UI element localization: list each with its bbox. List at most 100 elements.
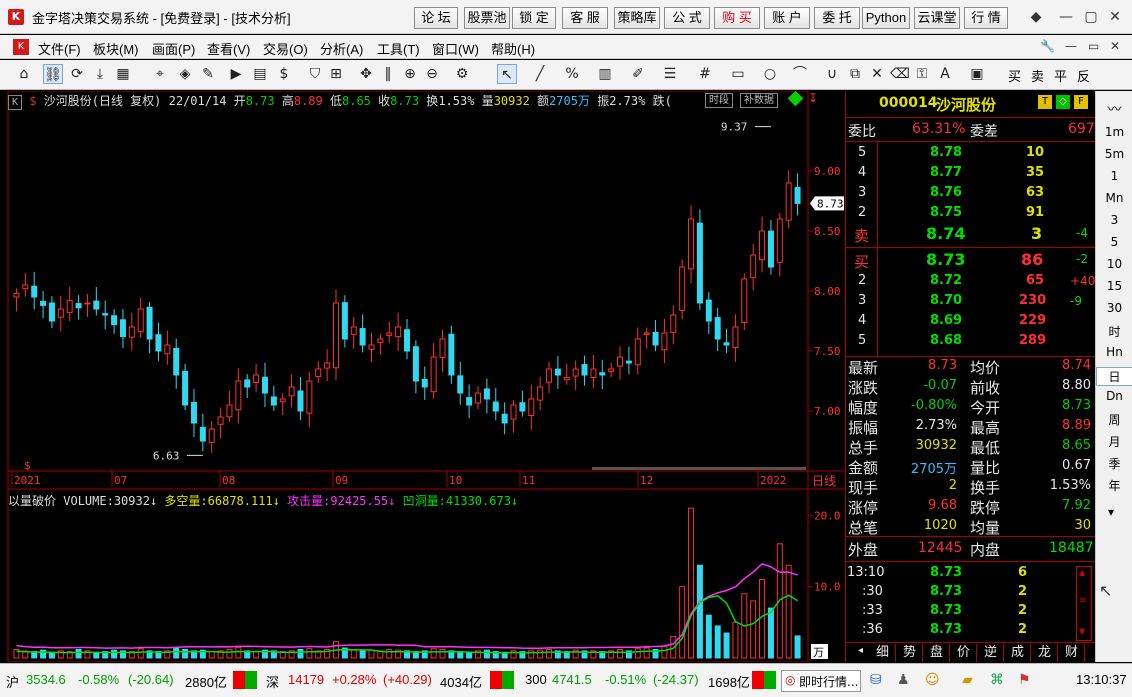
title-button-10[interactable]: 云课堂 [914,7,960,29]
realtime-quote-button[interactable]: ◎ 即时行情... [781,670,861,692]
period-tab-1[interactable]: 5m [1096,147,1132,161]
sell-button[interactable]: 卖 [1031,66,1044,85]
trash-icon[interactable]: ⌫ [890,64,910,84]
ruler-icon[interactable]: ▥ [595,64,615,84]
wrench-icon[interactable]: 🔧 [1040,39,1055,53]
network-icon[interactable]: ⌘ [990,672,1004,688]
f-tag-icon[interactable]: F [1074,95,1088,109]
menu-item-7[interactable]: 窗口(W) [432,39,479,58]
period-tab-12[interactable]: Dn [1096,389,1132,403]
fib-tool-icon[interactable]: ☰ [660,64,680,84]
zoom-in-icon[interactable]: ⊕ [400,64,420,84]
play-icon[interactable]: ▶ [226,64,246,84]
alert-icon[interactable]: ⚑ [1018,672,1031,688]
period-tab-8[interactable]: 30 [1096,301,1132,315]
title-button-8[interactable]: 委 托 [814,7,860,29]
buy-button[interactable]: 买 [1008,66,1021,85]
fill-data-tag[interactable]: 补数据 [740,92,778,108]
lock-icon[interactable]: ⚿ [912,64,932,84]
document-icon[interactable]: ▤ [250,64,270,84]
download-icon[interactable]: ⤓ [90,64,110,84]
delete-icon[interactable]: ✕ [867,64,887,84]
chart-scrollbar[interactable] [592,467,806,470]
circle-tool-icon[interactable]: ○ [760,64,780,84]
menu-item-6[interactable]: 工具(T) [377,39,420,58]
quote-tab-1[interactable]: 势 [897,644,923,662]
chart-area[interactable]: 7.00 7.50 8.00 8.50 9.00 2021 07 08 09 10 11 12 202… [0,90,845,663]
timeshare-icon[interactable]: 〰 [1096,99,1132,119]
edit-icon[interactable]: ✎ [198,64,218,84]
settings-icon[interactable]: ⚙ [452,64,472,84]
period-tab-11[interactable]: 日 [1096,367,1132,386]
grid-icon[interactable]: ▦ [113,64,133,84]
title-button-7[interactable]: 账 户 [764,7,810,29]
title-button-3[interactable]: 客 服 [562,7,608,29]
column-icon[interactable]: ‖ [378,64,398,84]
title-button-4[interactable]: 策略库 [614,7,660,29]
collapse-arrow-icon[interactable]: ↧ [808,91,818,105]
title-button-1[interactable]: 股票池 [464,7,510,29]
hash-tool-icon[interactable]: # [695,64,715,84]
title-button-6[interactable]: 购 买 [714,7,760,29]
quote-tab-0[interactable]: 细 [870,644,896,662]
mdi-minimize-button[interactable]: — [1065,39,1077,53]
side-tabs-more-icon[interactable]: ▾ [1108,505,1114,519]
kline-chart[interactable]: 7.007.508.008.509.00 2021 07 08 09 10 11 12 202… [0,90,845,663]
dollar-icon[interactable]: $ [274,64,294,84]
maximize-button[interactable]: ▢ [1080,6,1102,28]
title-button-2[interactable]: 锁 定 [512,7,556,29]
reverse-button[interactable]: 反 [1077,66,1090,85]
rectangle-tool-icon[interactable]: ▭ [728,64,748,84]
tick-scrollbar[interactable]: ▲ ≡ ▼ [1076,566,1092,641]
save-icon[interactable]: ▣ [967,64,987,84]
period-tag[interactable]: 时段 [705,92,733,108]
period-tab-0[interactable]: 1m [1096,125,1132,139]
arc-tool-icon[interactable]: ⌒ [790,64,810,84]
period-tab-15[interactable]: 季 [1096,455,1132,472]
menu-item-4[interactable]: 交易(O) [263,39,308,58]
cursor-icon[interactable]: ↖ [497,64,517,84]
close-button[interactable]: ✕ [1104,6,1126,28]
pen-tool-icon[interactable]: ✐ [628,64,648,84]
scroll-down-icon[interactable]: ▼ [1079,627,1085,636]
title-button-5[interactable]: 公 式 [664,7,710,29]
line-tool-icon[interactable]: ╱ [530,64,550,84]
period-tab-6[interactable]: 10 [1096,257,1132,271]
quote-tab-7[interactable]: 财 [1059,644,1085,662]
period-tab-16[interactable]: 年 [1096,477,1132,494]
percent-tool-icon[interactable]: % [562,64,582,84]
period-tab-13[interactable]: 周 [1096,411,1132,428]
zoom-out-icon[interactable]: ⊖ [422,64,442,84]
menu-item-3[interactable]: 查看(V) [207,39,250,58]
t-tag-icon[interactable]: T [1038,95,1052,109]
quote-tab-5[interactable]: 成 [1005,644,1031,662]
kline-badge[interactable]: K [8,95,23,110]
quote-tab-2[interactable]: 盘 [924,644,950,662]
sync-icon[interactable]: ⟳ [67,64,87,84]
menu-item-1[interactable]: 板块(M) [93,39,139,58]
period-tab-3[interactable]: Mn [1096,191,1132,205]
title-button-0[interactable]: 论 坛 [414,7,458,29]
mdi-restore-button[interactable]: ▭ [1088,39,1099,53]
folder-icon[interactable]: ▰ [962,672,973,688]
pin-icon[interactable]: ◆ [1025,6,1047,28]
mdi-close-button[interactable]: ✕ [1110,39,1120,53]
home-icon[interactable]: ⌂ [14,64,34,84]
period-tab-4[interactable]: 3 [1096,213,1132,227]
period-tab-7[interactable]: 15 [1096,279,1132,293]
menu-item-2[interactable]: 画面(P) [152,39,195,58]
menu-item-8[interactable]: 帮助(H) [491,39,535,58]
period-tab-2[interactable]: 1 [1096,169,1132,183]
magnet-icon[interactable]: ∪ [822,64,842,84]
quote-tab-4[interactable]: 逆 [978,644,1004,662]
bookmark-icon[interactable]: ⌖ [150,64,170,84]
copy-icon[interactable]: ⧉ [845,64,865,84]
quote-tab-3[interactable]: 价 [951,644,977,662]
person-icon[interactable]: ♟ [897,672,910,688]
link-icon[interactable]: ⛓ [43,64,63,84]
python-icon[interactable]: ⛁ [870,672,882,688]
menu-item-0[interactable]: 文件(F) [38,39,81,58]
chart-type-icon[interactable]: ⊞ [326,64,346,84]
period-tab-5[interactable]: 5 [1096,235,1132,249]
close-position-button[interactable]: 平 [1054,66,1067,85]
